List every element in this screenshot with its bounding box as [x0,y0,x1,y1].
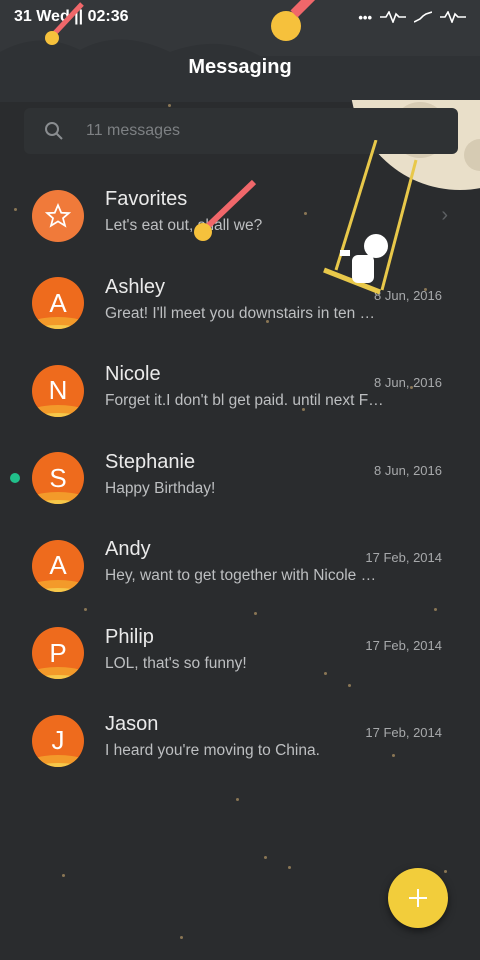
star-dot [266,320,269,323]
plus-icon [409,889,427,907]
message-preview: I heard you're moving to China. [105,742,320,759]
star-dot [410,386,413,389]
star-dot [304,212,307,215]
star-dot [14,208,17,211]
message-preview: Happy Birthday! [105,479,216,497]
unread-indicator [10,473,20,484]
contact-name: Jason [105,713,159,735]
avatar-initial: A [49,550,67,581]
star-dot [444,870,447,873]
list-item-nicole[interactable]: N Nicole Forget it.I don't bl get paid. u… [0,347,480,435]
signal-2-icon [414,11,432,23]
search-icon [24,121,84,141]
star-dot [168,104,171,107]
message-preview: LOL, that's so funny! [105,654,247,672]
message-preview: Forget it.I don't bl get paid. until nex… [105,392,384,409]
star-icon [45,202,71,228]
meteor-decoration [45,2,84,45]
contact-name: Andy [105,538,151,560]
contact-name: Stephanie [105,450,196,473]
avatar-initial: S [49,462,67,493]
contact-name: Philip [105,625,154,648]
list-item-andy[interactable]: A Andy Hey, want to get together with Nic… [0,522,480,610]
list-item-philip[interactable]: P Philip LOL, that's so funny! 17 Feb, 20… [0,610,480,698]
avatar: A [32,539,84,592]
meteor-decoration [271,0,316,41]
message-date: 17 Feb, 2014 [365,725,442,740]
swing-decoration [323,140,418,295]
message-date: 17 Feb, 2014 [365,637,442,653]
meteor-decoration [194,179,257,241]
message-preview: Hey, want to get together with Nicole … [105,567,377,584]
contact-name: Nicole [105,363,161,385]
avatar: J [32,714,84,767]
star-dot [434,608,437,611]
status-icons: ••• [358,10,466,25]
avatar: A [32,277,84,330]
avatar: N [32,364,84,417]
signal-1-icon [380,11,406,23]
star-dot [180,936,183,939]
new-message-button[interactable] [388,868,448,928]
search-input[interactable] [84,121,388,141]
message-date: 8 Jun, 2016 [374,375,442,390]
avatar: S [32,452,84,505]
star-dot [264,856,267,859]
star-dot [424,288,427,291]
chevron-right-icon: › [441,204,448,226]
star-dot [62,874,65,877]
list-item-jason[interactable]: J Jason I heard you're moving to China. 1… [0,697,480,785]
avatar: P [32,627,84,680]
star-dot [392,754,395,757]
avatar-initial: J [51,725,65,756]
star-dot [348,684,351,687]
star-dot [254,612,257,615]
signal-3-icon [440,11,466,23]
message-date: 17 Feb, 2014 [365,550,442,565]
star-dot [236,798,239,801]
star-dot [324,672,327,675]
message-date: 8 Jun, 2016 [374,462,442,478]
avatar-initial: P [49,637,67,668]
more-dots-icon: ••• [358,9,372,25]
avatar-initial: A [49,287,67,318]
star-dot [84,608,87,611]
list-item-stephanie[interactable]: S Stephanie Happy Birthday! 8 Jun, 2016 [0,435,480,523]
avatar-initial: N [48,375,68,406]
page-title: Messaging [188,56,292,78]
favorites-avatar [32,189,84,242]
star-dot [302,408,305,411]
star-dot [288,866,291,869]
